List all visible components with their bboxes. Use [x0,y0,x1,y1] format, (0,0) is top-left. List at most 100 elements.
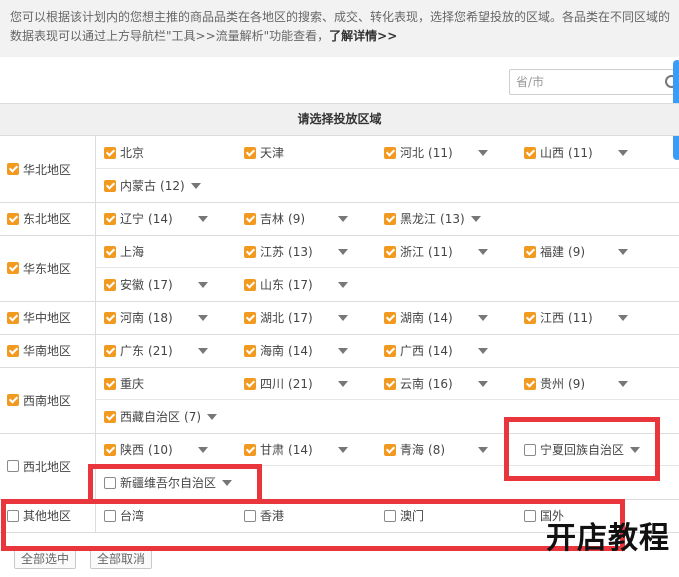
province-option[interactable]: 吉林 (9) [244,202,348,235]
region-group-checkbox[interactable]: 西南地区 [0,367,96,433]
select-all-button[interactable]: 全部选中 [14,549,77,569]
chevron-down-icon[interactable] [478,315,488,321]
province-option[interactable]: 河北 (11) [384,136,488,169]
checked-checkbox-icon[interactable] [244,278,256,291]
region-group-checkbox[interactable]: 西北地区 [0,433,96,499]
chevron-down-icon[interactable] [618,381,628,387]
province-option[interactable]: 内蒙古 (12) [104,169,201,202]
checked-checkbox-icon[interactable] [384,344,396,357]
checked-checkbox-icon[interactable] [7,311,19,324]
chevron-down-icon[interactable] [198,282,208,288]
province-option[interactable]: 山西 (11) [524,136,628,169]
province-search-input[interactable] [516,71,656,93]
checked-checkbox-icon[interactable] [104,212,116,225]
region-group-checkbox[interactable]: 华中地区 [0,301,96,334]
checked-checkbox-icon[interactable] [384,245,396,258]
chevron-down-icon[interactable] [478,150,488,156]
chevron-down-icon[interactable] [338,216,348,222]
checked-checkbox-icon[interactable] [104,245,116,258]
checked-checkbox-icon[interactable] [104,278,116,291]
province-option[interactable]: 浙江 (11) [384,235,488,268]
checked-checkbox-icon[interactable] [384,311,396,324]
checked-checkbox-icon[interactable] [244,212,256,225]
province-option[interactable]: 广东 (21) [104,334,208,367]
chevron-down-icon[interactable] [338,381,348,387]
checked-checkbox-icon[interactable] [7,212,19,225]
chevron-down-icon[interactable] [190,182,201,189]
province-option[interactable]: 西藏自治区 (7) [104,400,218,433]
province-option[interactable]: 甘肃 (14) [244,433,348,466]
checked-checkbox-icon[interactable] [524,311,536,324]
checked-checkbox-icon[interactable] [104,410,116,423]
chevron-down-icon[interactable] [618,315,628,321]
province-option[interactable]: 湖南 (14) [384,301,488,334]
checked-checkbox-icon[interactable] [244,245,256,258]
chevron-down-icon[interactable] [338,315,348,321]
checked-checkbox-icon[interactable] [7,262,19,274]
province-option[interactable]: 湖北 (17) [244,301,348,334]
province-option[interactable]: 山东 (17) [244,268,348,301]
checked-checkbox-icon[interactable] [104,443,116,456]
province-option[interactable]: 河南 (18) [104,301,208,334]
province-search[interactable] [509,69,679,95]
province-option[interactable]: 江西 (11) [524,301,628,334]
checked-checkbox-icon[interactable] [524,245,536,258]
checked-checkbox-icon[interactable] [104,146,116,159]
region-group-checkbox[interactable]: 华东地区 [0,235,96,301]
checked-checkbox-icon[interactable] [104,311,116,324]
chevron-down-icon[interactable] [478,249,488,255]
province-option[interactable]: 安徽 (17) [104,268,208,301]
checked-checkbox-icon[interactable] [384,212,396,225]
chevron-down-icon[interactable] [478,348,488,354]
checked-checkbox-icon[interactable] [524,377,536,390]
province-option[interactable]: 云南 (16) [384,367,488,400]
province-option[interactable]: 天津 [244,136,284,169]
chevron-down-icon[interactable] [338,447,348,453]
province-option[interactable]: 贵州 (9) [524,367,628,400]
checked-checkbox-icon[interactable] [244,377,256,390]
chevron-down-icon[interactable] [198,216,208,222]
province-option[interactable]: 四川 (21) [244,367,348,400]
province-option[interactable]: 江苏 (13) [244,235,348,268]
chevron-down-icon[interactable] [618,150,628,156]
chevron-down-icon[interactable] [198,315,208,321]
unchecked-checkbox-icon[interactable] [7,460,19,472]
checked-checkbox-icon[interactable] [7,394,19,406]
checked-checkbox-icon[interactable] [104,344,116,357]
chevron-down-icon[interactable] [338,348,348,354]
region-group-checkbox[interactable]: 东北地区 [0,202,96,235]
province-option[interactable]: 青海 (8) [384,433,488,466]
region-group-checkbox[interactable]: 华南地区 [0,334,96,367]
chevron-down-icon[interactable] [478,447,488,453]
province-option[interactable]: 北京 [104,136,144,169]
chevron-down-icon[interactable] [207,413,218,420]
chevron-down-icon[interactable] [338,249,348,255]
cancel-all-button[interactable]: 全部取消 [90,549,153,569]
province-option[interactable]: 广西 (14) [384,334,488,367]
region-group-checkbox[interactable]: 华北地区 [0,136,96,202]
checked-checkbox-icon[interactable] [244,311,256,324]
province-option[interactable]: 辽宁 (14) [104,202,208,235]
chevron-down-icon[interactable] [478,381,488,387]
checked-checkbox-icon[interactable] [7,163,19,175]
checked-checkbox-icon[interactable] [384,377,396,390]
checked-checkbox-icon[interactable] [104,377,116,390]
province-option[interactable]: 上海 [104,235,144,268]
province-option[interactable]: 重庆 [104,367,144,400]
checked-checkbox-icon[interactable] [524,146,536,159]
checked-checkbox-icon[interactable] [7,344,19,357]
province-option[interactable]: 黑龙江 (13) [384,202,481,235]
province-option[interactable]: 海南 (14) [244,334,348,367]
checked-checkbox-icon[interactable] [384,146,396,159]
province-option[interactable]: 陕西 (10) [104,433,208,466]
chevron-down-icon[interactable] [198,447,208,453]
chevron-down-icon[interactable] [470,215,481,222]
checked-checkbox-icon[interactable] [104,179,116,192]
checked-checkbox-icon[interactable] [244,146,256,159]
province-option[interactable]: 福建 (9) [524,235,628,268]
chevron-down-icon[interactable] [198,348,208,354]
chevron-down-icon[interactable] [618,249,628,255]
chevron-down-icon[interactable] [338,282,348,288]
learn-more-link[interactable]: 了解详情>> [329,29,397,43]
checked-checkbox-icon[interactable] [384,443,396,456]
